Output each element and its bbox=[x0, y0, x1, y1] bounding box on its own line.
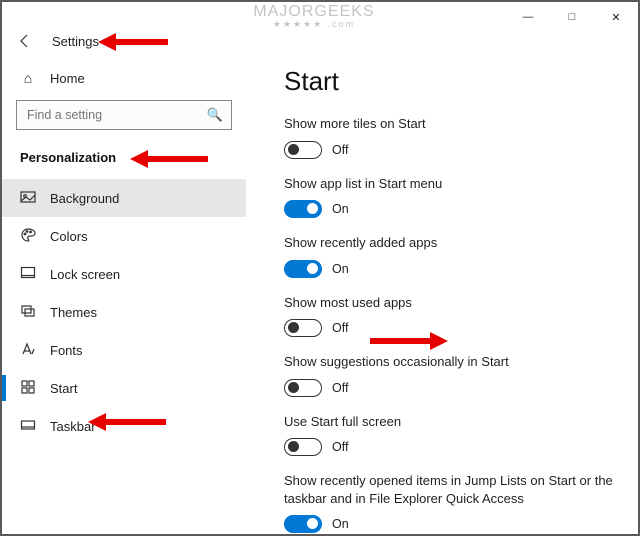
sidebar-item-themes[interactable]: Themes bbox=[2, 293, 246, 331]
setting-option: Show app list in Start menu On bbox=[284, 175, 614, 219]
sidebar-item-label: Start bbox=[50, 381, 77, 396]
setting-label: Show recently added apps bbox=[284, 234, 614, 252]
toggle-switch[interactable] bbox=[284, 141, 322, 159]
toggle-switch[interactable] bbox=[284, 319, 322, 337]
search-icon: 🔍 bbox=[207, 107, 223, 123]
setting-option: Show more tiles on Start Off bbox=[284, 115, 614, 159]
settings-window: MAJORGEEKS ★★★★★ .com — □ ✕ Settings ⌂ H… bbox=[2, 2, 638, 534]
taskbar-icon bbox=[20, 417, 36, 436]
sidebar-item-taskbar[interactable]: Taskbar bbox=[2, 407, 246, 445]
lock-screen-icon bbox=[20, 265, 36, 284]
toggle-switch[interactable] bbox=[284, 438, 322, 456]
toggle-state: Off bbox=[332, 321, 348, 335]
picture-icon bbox=[20, 189, 36, 208]
sidebar-item-label: Lock screen bbox=[50, 267, 120, 282]
toggle-state: Off bbox=[332, 381, 348, 395]
setting-label: Show suggestions occasionally in Start bbox=[284, 353, 614, 371]
back-button[interactable] bbox=[16, 32, 34, 50]
setting-label: Show most used apps bbox=[284, 294, 614, 312]
setting-option: Show recently opened items in Jump Lists… bbox=[284, 472, 614, 533]
sidebar-item-lockscreen[interactable]: Lock screen bbox=[2, 255, 246, 293]
app-title: Settings bbox=[52, 34, 99, 49]
start-icon bbox=[20, 379, 36, 398]
category-heading: Personalization bbox=[2, 140, 246, 179]
toggle-state: On bbox=[332, 517, 349, 531]
toggle-state: Off bbox=[332, 440, 348, 454]
setting-label: Show app list in Start menu bbox=[284, 175, 614, 193]
sidebar-item-label: Home bbox=[50, 71, 85, 86]
page-title: Start bbox=[284, 66, 614, 97]
main-pane: Start Show more tiles on Start Off Show ap… bbox=[246, 56, 638, 534]
setting-label: Use Start full screen bbox=[284, 413, 614, 431]
home-icon: ⌂ bbox=[20, 70, 36, 86]
fonts-icon bbox=[20, 341, 36, 360]
themes-icon bbox=[20, 303, 36, 322]
setting-option: Use Start full screen Off bbox=[284, 413, 614, 457]
sidebar-item-background[interactable]: Background bbox=[2, 179, 246, 217]
sidebar: ⌂ Home 🔍 Personalization Background Colo… bbox=[2, 56, 246, 534]
toggle-switch[interactable] bbox=[284, 260, 322, 278]
sidebar-item-label: Fonts bbox=[50, 343, 83, 358]
setting-option: Show recently added apps On bbox=[284, 234, 614, 278]
toggle-switch[interactable] bbox=[284, 379, 322, 397]
sidebar-item-label: Taskbar bbox=[50, 419, 96, 434]
watermark: MAJORGEEKS ★★★★★ .com bbox=[234, 4, 394, 38]
sidebar-item-colors[interactable]: Colors bbox=[2, 217, 246, 255]
palette-icon bbox=[20, 227, 36, 246]
toggle-state: On bbox=[332, 262, 349, 276]
sidebar-item-home[interactable]: ⌂ Home bbox=[2, 62, 246, 94]
setting-label: Show recently opened items in Jump Lists… bbox=[284, 472, 614, 507]
toggle-switch[interactable] bbox=[284, 515, 322, 533]
setting-option: Show suggestions occasionally in Start Of… bbox=[284, 353, 614, 397]
setting-label: Show more tiles on Start bbox=[284, 115, 614, 133]
sidebar-item-start[interactable]: Start bbox=[2, 369, 246, 407]
setting-option: Show most used apps Off bbox=[284, 294, 614, 338]
search-box[interactable]: 🔍 bbox=[16, 100, 232, 130]
search-input[interactable] bbox=[25, 107, 207, 123]
arrow-left-icon bbox=[17, 33, 33, 49]
maximize-button[interactable]: □ bbox=[550, 2, 594, 32]
sidebar-item-label: Colors bbox=[50, 229, 88, 244]
toggle-switch[interactable] bbox=[284, 200, 322, 218]
minimize-button[interactable]: — bbox=[506, 2, 550, 32]
toggle-state: On bbox=[332, 202, 349, 216]
sidebar-item-label: Themes bbox=[50, 305, 97, 320]
sidebar-item-fonts[interactable]: Fonts bbox=[2, 331, 246, 369]
sidebar-nav: Background Colors Lock screen Themes Fon… bbox=[2, 179, 246, 445]
toggle-state: Off bbox=[332, 143, 348, 157]
sidebar-item-label: Background bbox=[50, 191, 119, 206]
close-button[interactable]: ✕ bbox=[594, 2, 638, 32]
